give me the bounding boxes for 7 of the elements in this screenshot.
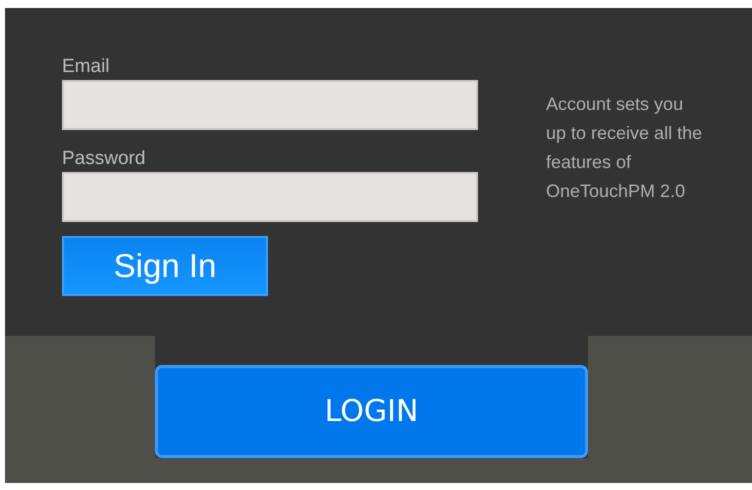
sign-in-button[interactable]: Sign In — [62, 236, 268, 296]
email-label: Email — [62, 56, 111, 78]
password-label: Password — [62, 148, 146, 170]
email-field[interactable] — [62, 80, 478, 130]
info-text: Account sets you up to receive all the features of OneTouchPM 2.0 — [546, 93, 704, 203]
login-button[interactable]: LOGIN — [155, 365, 588, 458]
password-field[interactable] — [62, 172, 478, 222]
